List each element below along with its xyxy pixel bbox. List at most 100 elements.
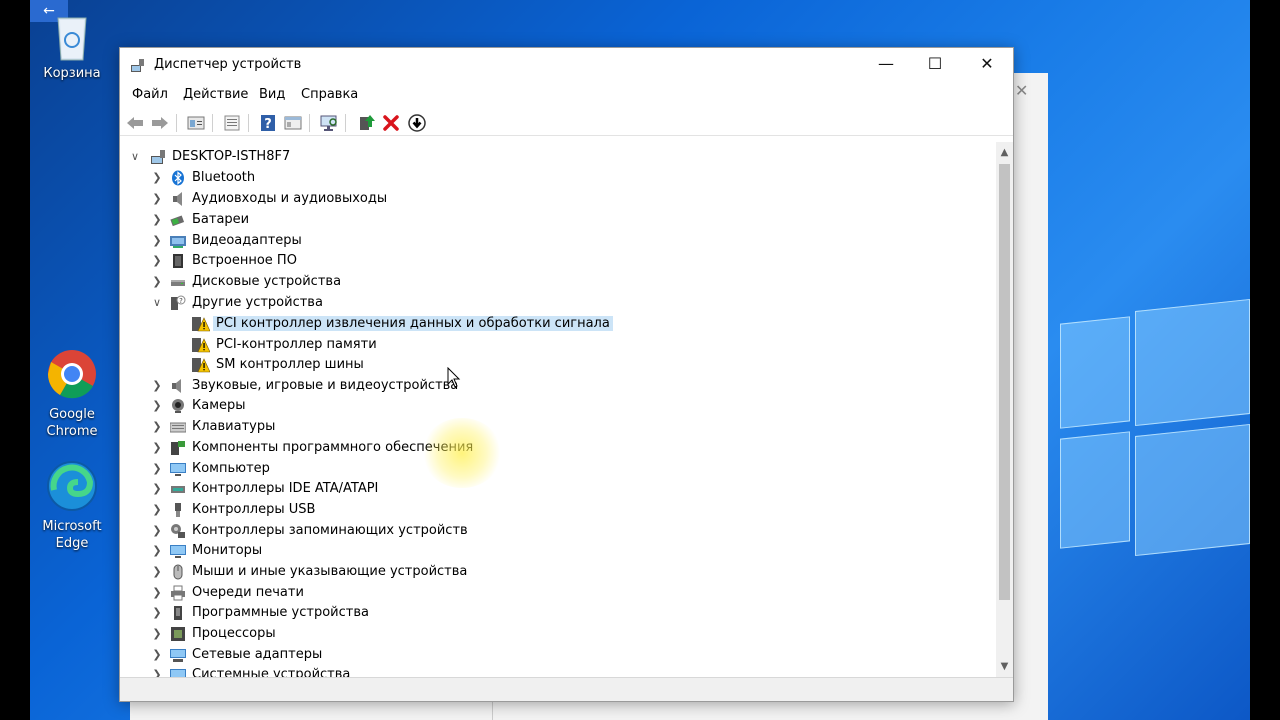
expand-chevron-icon[interactable]: ❯ bbox=[150, 251, 164, 271]
tree-child-label: PCI контроллер извлечения данных и обраб… bbox=[213, 316, 613, 331]
close-button[interactable]: ✕ bbox=[964, 48, 1010, 80]
vertical-scrollbar[interactable]: ▲ ▼ bbox=[996, 142, 1013, 677]
expand-chevron-icon[interactable]: ❯ bbox=[150, 583, 164, 603]
expand-chevron-icon[interactable]: ❯ bbox=[150, 231, 164, 251]
tree-item[interactable]: ❯ Контроллеры запоминающих устройств bbox=[150, 521, 750, 541]
tree-item[interactable]: ❯ Камеры bbox=[150, 396, 750, 416]
scroll-up-icon[interactable]: ▲ bbox=[996, 144, 1013, 161]
uninstall-icon[interactable] bbox=[381, 113, 401, 133]
minimize-button[interactable]: — bbox=[863, 48, 909, 80]
bluetooth-icon bbox=[170, 170, 186, 186]
tree-item-label: Мониторы bbox=[192, 543, 263, 558]
disable-icon[interactable] bbox=[407, 113, 427, 133]
tree-item[interactable]: ❯ Программные устройства bbox=[150, 603, 750, 623]
expand-chevron-icon[interactable]: ❯ bbox=[150, 189, 164, 209]
menu-file[interactable]: Файл bbox=[132, 87, 168, 102]
show-hide-tree-icon[interactable] bbox=[222, 113, 242, 133]
back-icon[interactable] bbox=[125, 113, 145, 133]
tree-item[interactable]: ❯ Очереди печати bbox=[150, 583, 750, 603]
warning-device-icon bbox=[192, 316, 211, 332]
tree-item[interactable]: ❯ Батареи bbox=[150, 210, 750, 230]
tree-item-label: Контроллеры USB bbox=[192, 502, 316, 517]
software-component-icon bbox=[170, 440, 186, 456]
tree-item[interactable]: ❯ Системные устройства bbox=[150, 665, 750, 677]
tree-child-selected[interactable]: PCI контроллер извлечения данных и обраб… bbox=[192, 314, 792, 334]
tree-item[interactable]: ❯ Дисковые устройства bbox=[150, 272, 750, 292]
tree-item[interactable]: ❯ Сетевые адаптеры bbox=[150, 645, 750, 665]
firmware-icon bbox=[170, 253, 186, 269]
tree-root-label: DESKTOP-ISTH8F7 bbox=[172, 149, 291, 164]
letterbox-left bbox=[0, 0, 30, 720]
collapse-chevron-icon[interactable]: ∨ bbox=[128, 147, 142, 167]
expand-chevron-icon[interactable]: ❯ bbox=[150, 521, 164, 541]
collapse-chevron-icon[interactable]: ∨ bbox=[150, 293, 164, 313]
tree-item-expanded[interactable]: ∨ ? Другие устройства bbox=[150, 293, 750, 313]
tree-item-label: Звуковые, игровые и видеоустройства bbox=[192, 378, 459, 393]
expand-chevron-icon[interactable]: ❯ bbox=[150, 168, 164, 188]
expand-chevron-icon[interactable]: ❯ bbox=[150, 376, 164, 396]
expand-chevron-icon[interactable]: ❯ bbox=[150, 603, 164, 623]
help-icon[interactable]: ? bbox=[258, 113, 278, 133]
processor-icon bbox=[170, 626, 186, 642]
tree-child[interactable]: PCI-контроллер памяти bbox=[192, 335, 792, 355]
tree-item[interactable]: ❯ Bluetooth bbox=[150, 168, 750, 188]
expand-chevron-icon[interactable]: ❯ bbox=[150, 541, 164, 561]
desktop-icon-recycle-bin[interactable]: Корзина bbox=[32, 8, 112, 81]
menu-action[interactable]: Действие bbox=[183, 87, 248, 102]
expand-chevron-icon[interactable]: ❯ bbox=[150, 562, 164, 582]
speaker-icon bbox=[170, 378, 186, 394]
tree-item[interactable]: ❯ Мониторы bbox=[150, 541, 750, 561]
tree-item[interactable]: ❯ Видеоадаптеры bbox=[150, 231, 750, 251]
computer-icon bbox=[150, 149, 166, 165]
recycle-bin-icon bbox=[46, 8, 98, 61]
background-close-icon[interactable]: ✕ bbox=[1015, 81, 1028, 100]
tree-item[interactable]: ❯ Мыши и иные указывающие устройства bbox=[150, 562, 750, 582]
expand-chevron-icon[interactable]: ❯ bbox=[150, 396, 164, 416]
expand-chevron-icon[interactable]: ❯ bbox=[150, 272, 164, 292]
expand-chevron-icon[interactable]: ❯ bbox=[150, 438, 164, 458]
tree-item[interactable]: ❯ Компоненты программного обеспечения bbox=[150, 438, 750, 458]
tree-item[interactable]: ❯ Контроллеры USB bbox=[150, 500, 750, 520]
expand-chevron-icon[interactable]: ❯ bbox=[150, 479, 164, 499]
desktop-icon-edge[interactable]: Microsoft Edge bbox=[32, 460, 112, 552]
menu-help[interactable]: Справка bbox=[301, 87, 358, 102]
tree-item-label: Мыши и иные указывающие устройства bbox=[192, 564, 468, 579]
maximize-button[interactable]: ☐ bbox=[912, 48, 958, 80]
tree-child[interactable]: SM контроллер шины bbox=[192, 355, 792, 375]
expand-chevron-icon[interactable]: ❯ bbox=[150, 500, 164, 520]
menu-view[interactable]: Вид bbox=[259, 87, 285, 102]
forward-icon[interactable] bbox=[150, 113, 170, 133]
tree-item[interactable]: ❯ Процессоры bbox=[150, 624, 750, 644]
update-driver-icon[interactable] bbox=[356, 113, 376, 133]
tree-item[interactable]: ❯ Встроенное ПО bbox=[150, 251, 750, 271]
scrollbar-thumb[interactable] bbox=[999, 164, 1010, 600]
tree-item-label: Камеры bbox=[192, 398, 246, 413]
tree-root[interactable]: ∨ DESKTOP-ISTH8F7 bbox=[128, 147, 728, 167]
mouse-cursor-icon bbox=[447, 366, 461, 389]
audio-io-icon bbox=[170, 191, 186, 207]
expand-chevron-icon[interactable]: ❯ bbox=[150, 417, 164, 437]
ide-controller-icon bbox=[170, 481, 186, 497]
expand-chevron-icon[interactable]: ❯ bbox=[150, 624, 164, 644]
expand-chevron-icon[interactable]: ❯ bbox=[150, 210, 164, 230]
tree-item[interactable]: ❯ Контроллеры IDE ATA/ATAPI bbox=[150, 479, 750, 499]
desktop-icon-label: Google Chrome bbox=[46, 407, 98, 439]
scroll-down-icon[interactable]: ▼ bbox=[996, 658, 1013, 675]
tree-item[interactable]: ❯ Клавиатуры bbox=[150, 417, 750, 437]
tree-item-label: Системные устройства bbox=[192, 667, 351, 677]
tree-item[interactable]: ❯ Компьютер bbox=[150, 459, 750, 479]
disk-icon bbox=[170, 274, 186, 290]
expand-chevron-icon[interactable]: ❯ bbox=[150, 459, 164, 479]
expand-chevron-icon[interactable]: ❯ bbox=[150, 645, 164, 665]
expand-chevron-icon[interactable]: ❯ bbox=[150, 665, 164, 677]
properties-icon[interactable] bbox=[186, 113, 206, 133]
details-icon[interactable] bbox=[283, 113, 303, 133]
display-adapter-icon bbox=[170, 233, 186, 249]
tree-item[interactable]: ❯ Аудиовходы и аудиовыходы bbox=[150, 189, 750, 209]
mouse-icon bbox=[170, 564, 186, 580]
tree-item-label: Встроенное ПО bbox=[192, 253, 297, 268]
scan-hardware-icon[interactable] bbox=[319, 113, 339, 133]
computer-icon bbox=[170, 461, 186, 477]
desktop-icon-chrome[interactable]: Google Chrome bbox=[32, 348, 112, 440]
title-bar[interactable]: Диспетчер устройств — ☐ ✕ bbox=[120, 48, 1013, 80]
